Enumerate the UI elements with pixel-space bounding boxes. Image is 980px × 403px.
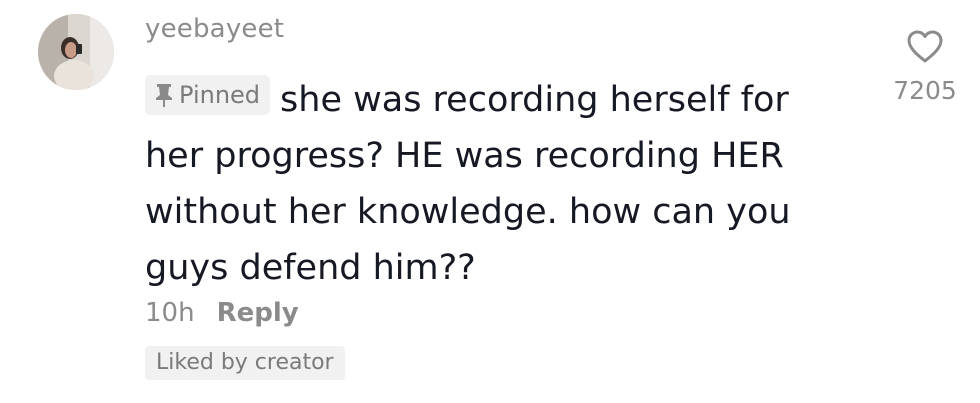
comment-meta: 10h Reply <box>145 298 299 328</box>
avatar-image <box>38 14 114 90</box>
pinned-label: Pinned <box>179 81 261 109</box>
liked-by-creator-badge: Liked by creator <box>145 346 345 380</box>
pinned-badge: Pinned <box>145 75 271 115</box>
comment-time: 10h <box>145 298 195 328</box>
like-control: 7205 <box>880 30 970 105</box>
avatar[interactable] <box>38 14 114 90</box>
like-count: 7205 <box>893 76 957 105</box>
username[interactable]: yeebayeet <box>145 14 284 44</box>
reply-button[interactable]: Reply <box>217 298 299 328</box>
heart-outline-icon[interactable] <box>906 30 944 68</box>
comment-body: Pinned she was recording herself for her … <box>145 72 835 296</box>
pin-icon <box>155 83 173 107</box>
comment-item: yeebayeet Pinned she was recording hersel… <box>0 0 980 403</box>
